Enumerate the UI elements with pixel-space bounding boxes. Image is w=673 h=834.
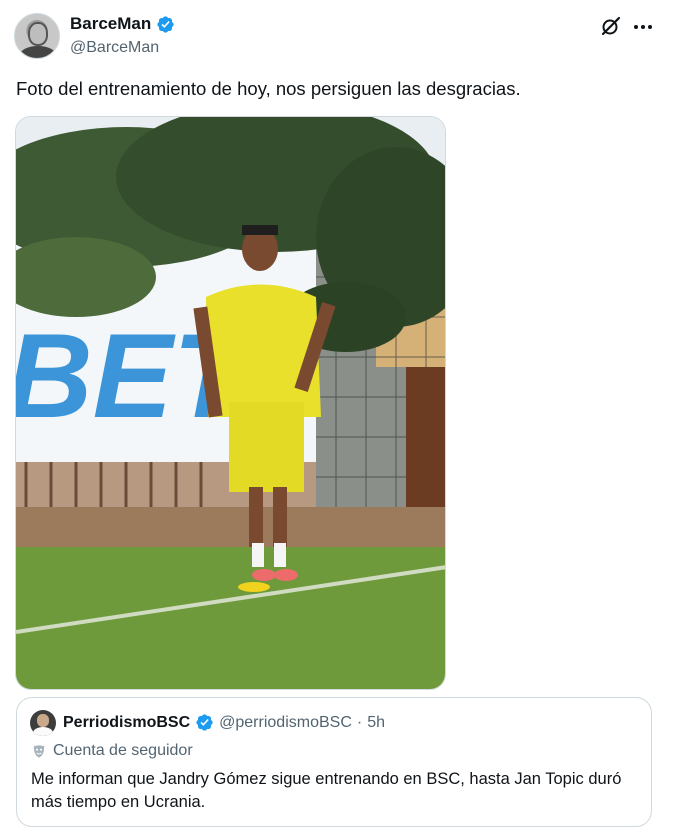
parody-mask-icon: [33, 745, 45, 758]
author-avatar[interactable]: [14, 13, 60, 59]
tweet-text: Foto del entrenamiento de hoy, nos persi…: [16, 78, 521, 99]
tweet: BarceMan @BarceMan Foto del entrenamient…: [0, 0, 673, 834]
verified-badge-icon: [157, 15, 174, 33]
author-display-name[interactable]: BarceMan: [70, 14, 151, 34]
account-label: Cuenta de seguidor: [53, 742, 193, 759]
verified-badge-icon: [196, 714, 213, 731]
tweet-photo[interactable]: BET SE: [15, 116, 446, 690]
grok-icon[interactable]: [598, 15, 622, 39]
quoted-tweet-text: Me informan que Jandry Gómez sigue entre…: [31, 770, 622, 811]
quoted-tweet[interactable]: PerriodismoBSC @perriodismoBSC · 5h Cuen…: [16, 697, 652, 827]
quoted-author-row: PerriodismoBSC @perriodismoBSC · 5h: [63, 713, 385, 732]
author-handle[interactable]: @BarceMan: [70, 39, 159, 57]
account-label-row: Cuenta de seguidor: [31, 742, 193, 760]
quoted-display-name: PerriodismoBSC: [63, 713, 191, 731]
quoted-timestamp: 5h: [367, 713, 385, 731]
more-options-icon[interactable]: [631, 15, 655, 39]
training-photo: BET SE: [16, 117, 445, 689]
quoted-handle: @perriodismoBSC: [219, 713, 352, 731]
dot-separator: ·: [356, 713, 363, 731]
author-name-row: BarceMan: [70, 14, 175, 34]
quoted-author-avatar: [30, 710, 56, 736]
